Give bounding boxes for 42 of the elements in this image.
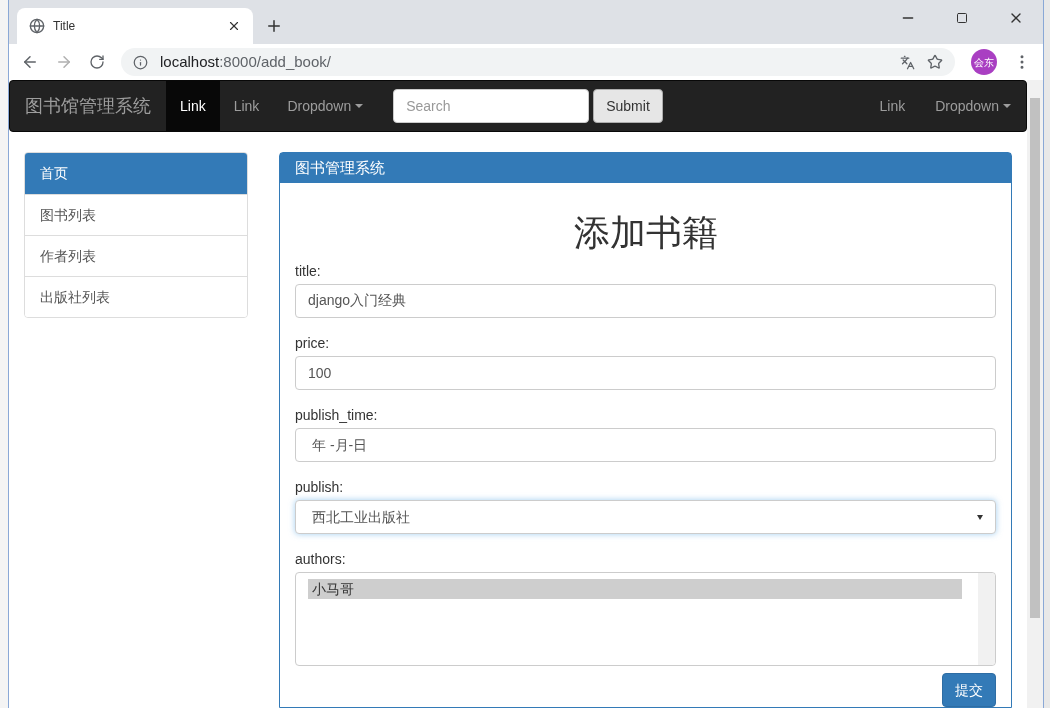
caret-icon: [355, 104, 364, 108]
date-field[interactable]: 年 -月-日: [295, 428, 996, 462]
address-bar[interactable]: localhost:8000/add_book/: [121, 48, 955, 76]
dropdown-menu[interactable]: Dropdown: [920, 81, 1026, 131]
panel-title: 图书管理系统: [280, 153, 1011, 183]
submit-button[interactable]: 提交: [942, 673, 996, 707]
multi-select-field[interactable]: 小马哥: [295, 572, 996, 666]
tab-title: Title: [53, 18, 77, 35]
browser-tab[interactable]: Title: [17, 8, 253, 44]
option-item[interactable]: 小马哥: [308, 579, 962, 599]
text-field[interactable]: 100: [295, 356, 996, 390]
page-heading: 添加书籍: [572, 211, 719, 255]
dropdown-menu[interactable]: Dropdown: [273, 81, 378, 131]
nav-link[interactable]: Link: [219, 81, 274, 131]
new-tab-icon[interactable]: [265, 17, 283, 35]
sidebar-item[interactable]: 首页: [25, 153, 247, 194]
scrollbar[interactable]: [978, 573, 995, 665]
close-icon[interactable]: [227, 19, 241, 33]
field-label: publish:: [295, 478, 345, 497]
nav-link[interactable]: Link: [166, 81, 220, 131]
search-field[interactable]: Search: [393, 89, 590, 123]
reload-icon[interactable]: [89, 54, 105, 70]
field-label: publish_time:: [295, 406, 379, 425]
globe-icon: [29, 18, 45, 34]
nav-link[interactable]: Link: [864, 81, 921, 131]
profile-avatar[interactable]: 会东: [971, 49, 997, 75]
scrollbar[interactable]: [1027, 80, 1043, 708]
url-text: localhost:8000/add_book/: [160, 51, 332, 72]
select-field[interactable]: 西北工业出版社: [295, 500, 996, 534]
sidebar-item[interactable]: 出版社列表: [25, 276, 247, 317]
star-icon[interactable]: [927, 54, 943, 70]
field-label: authors:: [295, 550, 347, 569]
submit-button[interactable]: Submit: [593, 89, 663, 123]
field-label: price:: [295, 334, 331, 353]
caret-icon: [1003, 104, 1011, 108]
brand-title[interactable]: 图书馆管理系统: [10, 81, 166, 131]
back-icon[interactable]: [21, 53, 39, 71]
translate-icon[interactable]: [900, 54, 915, 70]
info-icon: [133, 54, 148, 70]
maximize-icon[interactable]: [956, 12, 968, 24]
text-field[interactable]: django入门经典: [295, 284, 996, 318]
field-label: title:: [295, 262, 322, 281]
